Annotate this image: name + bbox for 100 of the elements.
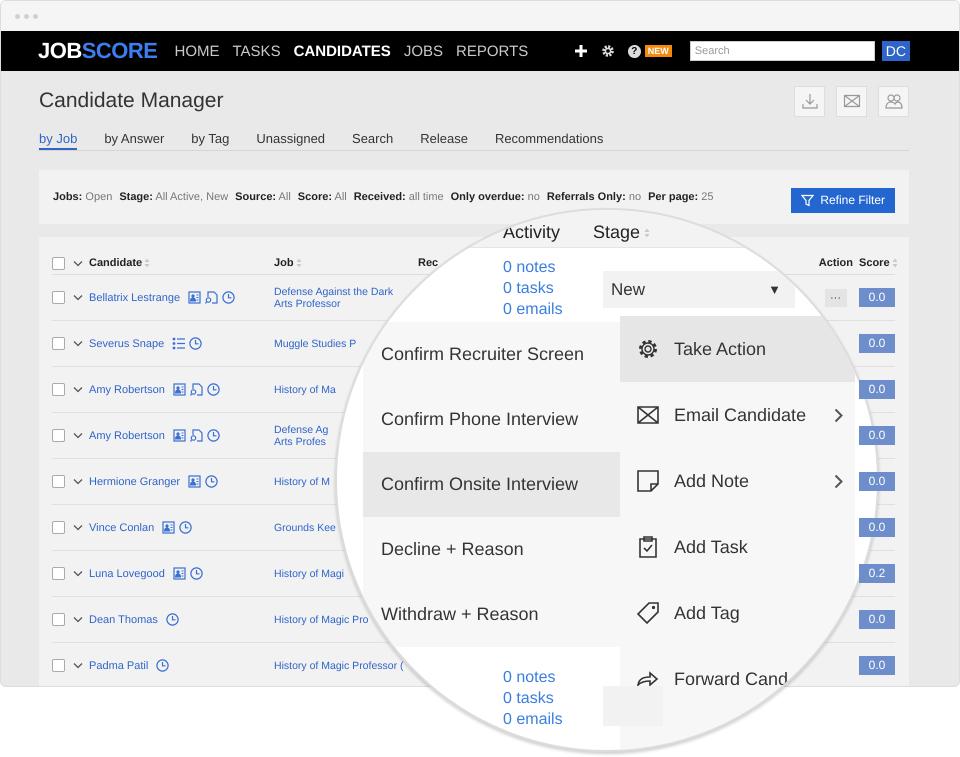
search-field[interactable]: Search bbox=[690, 41, 875, 61]
job-link[interactable]: Defense Against the Dark Arts Professor bbox=[274, 286, 394, 310]
row-checkbox[interactable] bbox=[52, 383, 65, 396]
document-search-icon[interactable] bbox=[190, 383, 203, 396]
caret-icon[interactable] bbox=[73, 432, 83, 439]
activity-link[interactable]: 0 notes bbox=[503, 257, 563, 278]
row-checkbox[interactable] bbox=[52, 521, 65, 534]
candidate-link[interactable]: Bellatrix Lestrange bbox=[89, 292, 180, 304]
clock-icon[interactable] bbox=[190, 567, 203, 580]
clock-icon[interactable] bbox=[206, 429, 220, 442]
clock-icon[interactable] bbox=[179, 521, 192, 534]
menu-item[interactable]: Forward Cand bbox=[620, 646, 855, 712]
clock-icon[interactable] bbox=[166, 613, 179, 626]
menu-item[interactable]: Confirm Recruiter Screen bbox=[363, 322, 620, 387]
id-card-icon[interactable] bbox=[172, 429, 186, 442]
activity-link[interactable]: 0 tasks bbox=[503, 688, 563, 709]
activity-link[interactable]: 0 emails bbox=[503, 709, 563, 730]
email-button[interactable] bbox=[836, 86, 867, 116]
refine-filter-button[interactable]: Refine Filter bbox=[791, 188, 895, 212]
candidate-link[interactable]: Amy Robertson bbox=[89, 430, 165, 442]
caret-icon[interactable] bbox=[73, 524, 83, 531]
row-checkbox[interactable] bbox=[52, 567, 65, 580]
column-header[interactable]: Action bbox=[818, 257, 853, 269]
download-button[interactable] bbox=[794, 86, 825, 116]
clock-icon[interactable] bbox=[222, 291, 236, 304]
caret-icon[interactable] bbox=[73, 294, 83, 301]
job-link[interactable]: History of M bbox=[274, 476, 330, 488]
more-button[interactable]: ··· bbox=[824, 288, 846, 306]
menu-item[interactable]: Add Note bbox=[620, 448, 855, 514]
caret-icon[interactable] bbox=[73, 386, 83, 393]
candidate-link[interactable]: Padma Patil bbox=[89, 660, 148, 672]
candidate-link[interactable]: Dean Thomas bbox=[89, 614, 158, 626]
document-search-icon[interactable] bbox=[190, 429, 203, 442]
job-link[interactable]: History of Ma bbox=[274, 384, 336, 396]
column-header[interactable]: Candidate bbox=[89, 257, 150, 269]
id-card-icon[interactable] bbox=[172, 567, 186, 580]
job-link[interactable]: History of Magi bbox=[274, 568, 344, 580]
caret-icon[interactable] bbox=[73, 616, 83, 623]
menu-item[interactable]: Decline + Reason bbox=[363, 517, 620, 582]
activity-link[interactable]: 0 notes bbox=[503, 667, 563, 688]
document-search-icon[interactable] bbox=[205, 291, 218, 304]
menu-item[interactable]: Email Candidate bbox=[620, 382, 855, 448]
nav-link[interactable]: CANDIDATES bbox=[294, 42, 391, 60]
nav-link[interactable]: REPORTS bbox=[456, 42, 528, 60]
menu-item[interactable]: Take Action bbox=[620, 316, 855, 382]
job-link[interactable]: Defense Ag Arts Profes bbox=[274, 424, 328, 448]
logo[interactable]: JOBSCORE bbox=[38, 38, 158, 64]
id-card-icon[interactable] bbox=[172, 383, 186, 396]
job-link[interactable]: History of Magic Professor ( bbox=[274, 660, 404, 672]
stage-dropdown[interactable]: New ▼ bbox=[603, 271, 795, 308]
tab[interactable]: Unassigned bbox=[256, 131, 326, 148]
column-header[interactable]: Job bbox=[274, 257, 302, 269]
column-header[interactable]: Activity bbox=[503, 222, 560, 243]
clock-icon[interactable] bbox=[205, 475, 218, 488]
menu-item[interactable]: Confirm Phone Interview bbox=[363, 387, 620, 452]
settings-icon[interactable] bbox=[600, 44, 615, 58]
id-card-icon[interactable] bbox=[188, 291, 202, 304]
tab[interactable]: by Tag bbox=[191, 131, 230, 148]
candidate-link[interactable]: Amy Robertson bbox=[89, 384, 165, 396]
row-checkbox[interactable] bbox=[52, 337, 65, 350]
job-link[interactable]: Grounds Kee bbox=[274, 522, 336, 534]
caret-icon[interactable] bbox=[73, 570, 83, 577]
nav-link[interactable]: JOBS bbox=[404, 42, 443, 60]
caret-icon[interactable] bbox=[73, 340, 83, 347]
caret-icon[interactable] bbox=[73, 478, 83, 485]
activity-link[interactable]: 0 emails bbox=[503, 299, 563, 320]
tab[interactable]: by Answer bbox=[104, 131, 164, 148]
id-card-icon[interactable] bbox=[162, 521, 176, 534]
menu-item[interactable]: Add Task bbox=[620, 514, 855, 580]
list-icon[interactable] bbox=[172, 337, 186, 350]
row-checkbox[interactable] bbox=[52, 429, 65, 442]
menu-item[interactable]: Add Tag bbox=[620, 580, 855, 646]
job-link[interactable]: History of Magic Pro bbox=[274, 614, 369, 626]
clock-icon[interactable] bbox=[189, 337, 202, 350]
nav-link[interactable]: TASKS bbox=[232, 42, 281, 60]
row-checkbox[interactable] bbox=[52, 291, 65, 304]
caret-icon[interactable] bbox=[73, 260, 83, 266]
plus-icon[interactable] bbox=[574, 44, 588, 58]
select-all-checkbox[interactable] bbox=[52, 256, 65, 270]
tab[interactable]: Release bbox=[420, 131, 468, 148]
tab[interactable]: Search bbox=[352, 131, 394, 148]
id-card-icon[interactable] bbox=[188, 475, 202, 488]
job-link[interactable]: Muggle Studies P bbox=[274, 338, 356, 350]
user-avatar[interactable]: DC bbox=[882, 41, 910, 61]
row-checkbox[interactable] bbox=[52, 475, 65, 488]
candidate-link[interactable]: Vince Conlan bbox=[89, 522, 154, 534]
column-header[interactable]: Stage bbox=[593, 222, 650, 243]
candidate-link[interactable]: Luna Lovegood bbox=[89, 568, 165, 580]
tab[interactable]: by Job bbox=[39, 131, 78, 150]
menu-item[interactable]: Confirm Onsite Interview bbox=[363, 452, 620, 517]
team-button[interactable] bbox=[878, 86, 909, 116]
column-header[interactable]: Rec bbox=[418, 257, 438, 269]
column-header[interactable]: Score bbox=[859, 257, 898, 269]
candidate-link[interactable]: Hermione Granger bbox=[89, 476, 180, 488]
help-button[interactable]: ? bbox=[628, 44, 641, 58]
activity-link[interactable]: 0 tasks bbox=[503, 278, 563, 299]
tab[interactable]: Recommendations bbox=[494, 131, 604, 148]
caret-icon[interactable] bbox=[73, 662, 83, 669]
row-checkbox[interactable] bbox=[52, 613, 65, 626]
clock-icon[interactable] bbox=[156, 659, 170, 672]
